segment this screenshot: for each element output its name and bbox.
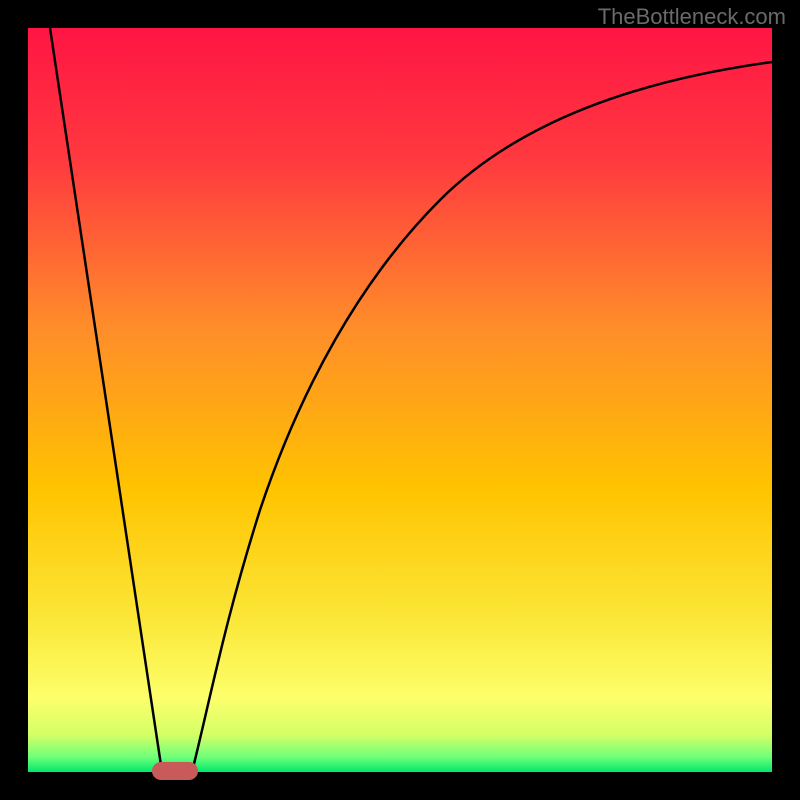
chart-svg (0, 0, 800, 800)
chart-container: TheBottleneck.com (0, 0, 800, 800)
marker-pill (152, 762, 198, 780)
watermark-text: TheBottleneck.com (598, 4, 786, 30)
plot-area (28, 28, 772, 772)
